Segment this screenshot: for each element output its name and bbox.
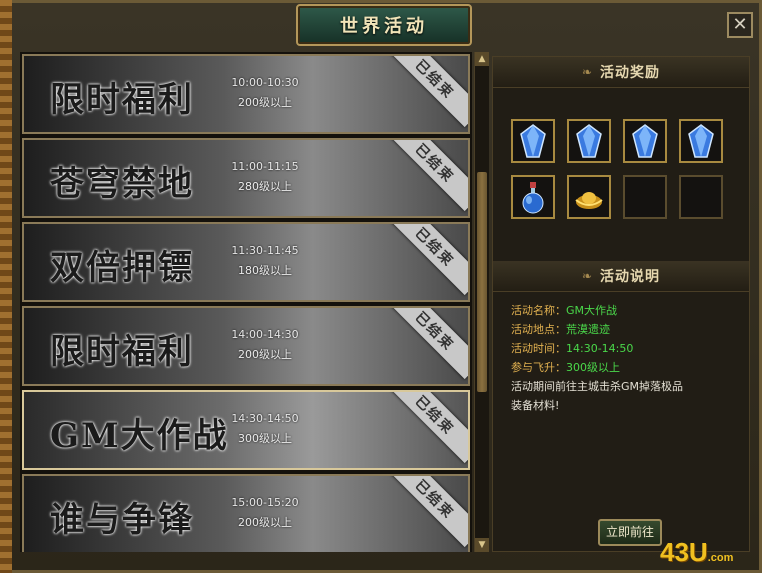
info-row-place: 活动地点：荒漠遗迹 <box>511 323 610 336</box>
status-ribbon: 已结束 <box>386 308 468 380</box>
window-title: 世界活动 <box>340 16 428 37</box>
activity-list: 限时福利 10:00-10:30 200级以上 已结束 苍穹禁地 11:00-1… <box>20 52 472 552</box>
activity-level: 200级以上 <box>238 96 292 109</box>
gold-ingot-icon <box>575 180 603 214</box>
blue-crystal-icon <box>631 124 659 158</box>
status-ribbon: 已结束 <box>386 476 468 548</box>
scroll-thumb[interactable] <box>477 172 487 392</box>
reward-slot[interactable] <box>567 175 611 219</box>
activity-banner-4[interactable]: 限时福利 14:00-14:30 200级以上 已结束 <box>22 306 470 386</box>
activity-time: 15:00-15:20 <box>231 496 299 509</box>
reward-slot[interactable] <box>511 175 555 219</box>
description-header: ❧ 活动说明 <box>493 261 749 292</box>
detail-panel: ❧ 活动奖励 ❧ 活动说明 活动名称：GM大作战 活动地点：荒漠遗迹 活动时间：… <box>492 56 750 552</box>
description-title: 活动说明 <box>600 269 661 285</box>
scroll-down-button[interactable]: ▼ <box>475 538 489 552</box>
blue-crystal-icon <box>687 124 715 158</box>
info-row-join: 参与飞升：300级以上 <box>511 361 620 374</box>
reward-grid <box>511 119 735 219</box>
activity-level: 200级以上 <box>238 348 292 361</box>
blue-crystal-icon <box>575 124 603 158</box>
status-ribbon: 已结束 <box>386 392 468 464</box>
close-button[interactable]: ✕ <box>727 12 753 38</box>
activity-time: 11:30-11:45 <box>231 244 299 257</box>
scroll-up-button[interactable]: ▲ <box>475 52 489 66</box>
activity-name: GM大作战 <box>50 416 229 456</box>
activity-time: 14:30-14:50 <box>231 412 299 425</box>
activity-level: 180级以上 <box>238 264 292 277</box>
activity-level: 280级以上 <box>238 180 292 193</box>
background-edge <box>0 0 12 573</box>
reward-slot[interactable] <box>679 119 723 163</box>
status-ribbon: 已结束 <box>386 140 468 212</box>
activity-banner-6[interactable]: 谁与争锋 15:00-15:20 200级以上 已结束 <box>22 474 470 552</box>
rewards-header: ❧ 活动奖励 <box>493 57 749 88</box>
activity-banner-1[interactable]: 限时福利 10:00-10:30 200级以上 已结束 <box>22 54 470 134</box>
reward-slot[interactable] <box>623 119 667 163</box>
window-title-plate: 世界活动 <box>296 4 472 46</box>
status-ribbon: 已结束 <box>386 56 468 128</box>
info-text-line: 装备材料! <box>511 399 560 412</box>
activity-name: 苍穹禁地 <box>50 164 194 204</box>
site-watermark: 43U .com <box>660 537 734 567</box>
info-row-time: 活动时间：14:30-14:50 <box>511 342 634 355</box>
activity-banner-5[interactable]: GM大作战 14:30-14:50 300级以上 已结束 <box>22 390 470 470</box>
activity-name: 限时福利 <box>50 332 194 372</box>
status-ribbon: 已结束 <box>386 224 468 296</box>
reward-slot[interactable] <box>567 119 611 163</box>
activity-name: 谁与争锋 <box>50 500 194 540</box>
reward-slot-empty[interactable] <box>623 175 667 219</box>
activity-banner-3[interactable]: 双倍押镖 11:30-11:45 180级以上 已结束 <box>22 222 470 302</box>
activity-banner-2[interactable]: 苍穹禁地 11:00-11:15 280级以上 已结束 <box>22 138 470 218</box>
reward-slot[interactable] <box>511 119 555 163</box>
blue-crystal-icon <box>519 124 547 158</box>
activity-time: 10:00-10:30 <box>231 76 299 89</box>
list-scrollbar[interactable]: ▲ ▼ <box>474 52 489 552</box>
potion-bottle-icon <box>519 180 547 214</box>
activity-info: 活动名称：GM大作战 活动地点：荒漠遗迹 活动时间：14:30-14:50 参与… <box>511 301 741 415</box>
go-now-button[interactable]: 立即前往 <box>598 519 662 546</box>
ornament-icon: ❧ <box>581 269 593 283</box>
info-row-name: 活动名称：GM大作战 <box>511 304 618 317</box>
activity-level: 300级以上 <box>238 432 292 445</box>
reward-slot-empty[interactable] <box>679 175 723 219</box>
info-text-line: 活动期间前往主城击杀GM掉落极品 <box>511 380 684 393</box>
activity-level: 200级以上 <box>238 516 292 529</box>
activity-name: 双倍押镖 <box>50 248 194 288</box>
activity-time: 14:00-14:30 <box>231 328 299 341</box>
activity-name: 限时福利 <box>50 80 194 120</box>
ornament-icon: ❧ <box>581 65 593 79</box>
rewards-title: 活动奖励 <box>600 65 661 81</box>
activity-time: 11:00-11:15 <box>231 160 299 173</box>
